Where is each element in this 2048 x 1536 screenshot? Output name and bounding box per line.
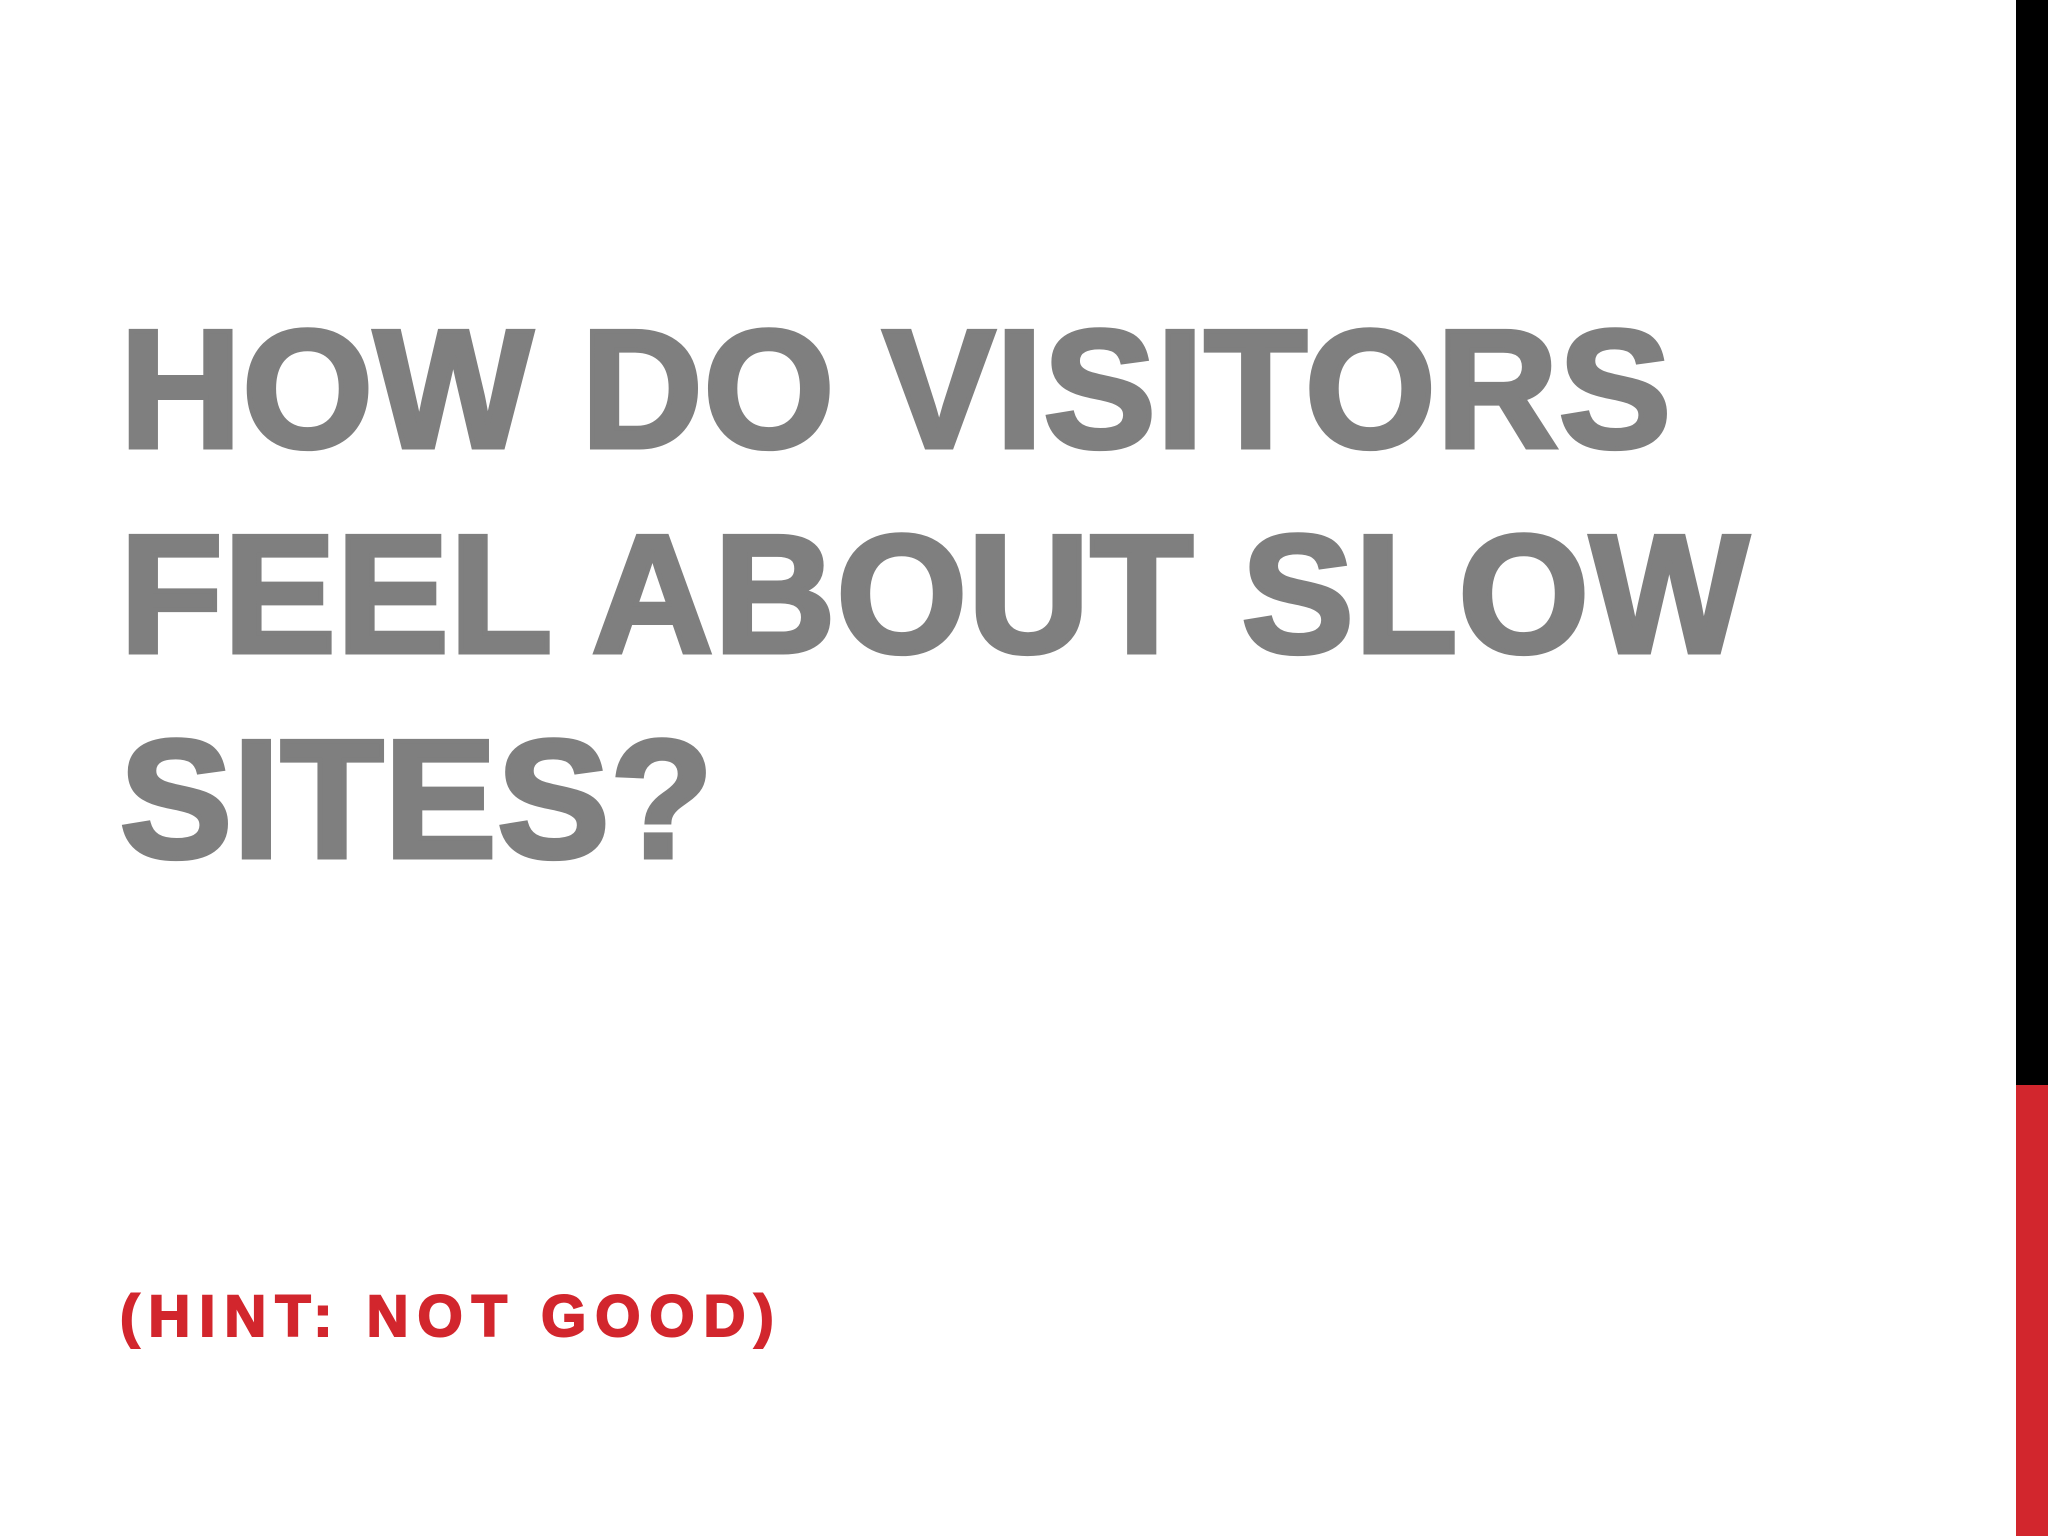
slide: How do visitors feel about slow sites? (… bbox=[0, 0, 2048, 1536]
accent-bar-black bbox=[2016, 0, 2048, 1085]
slide-subtitle: (Hint: Not good) bbox=[119, 1283, 783, 1350]
accent-bar-red bbox=[2016, 1085, 2048, 1536]
slide-title: How do visitors feel about slow sites? bbox=[118, 293, 1752, 896]
